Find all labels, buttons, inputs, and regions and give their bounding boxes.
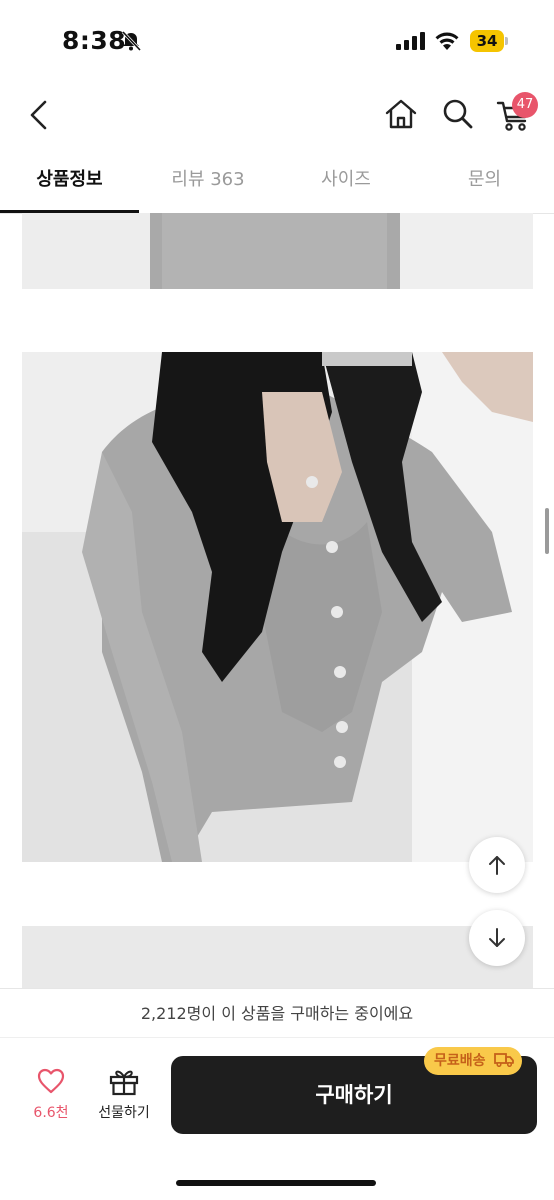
cart-count-badge: 47 <box>512 92 538 118</box>
like-count: 6.6천 <box>33 1105 69 1121</box>
free-shipping-badge: 무료배송 <box>424 1047 523 1075</box>
battery-level: 34 <box>476 32 498 50</box>
heart-icon <box>37 1068 65 1094</box>
tab-reviews[interactable]: 리뷰 363 <box>139 152 277 213</box>
signal-icon <box>396 32 425 50</box>
scroll-down-button[interactable] <box>469 910 525 966</box>
search-icon[interactable] <box>442 98 474 130</box>
tab-inquiry[interactable]: 문의 <box>415 152 554 213</box>
arrow-down-icon <box>489 928 505 947</box>
product-photo-bottom <box>22 926 533 988</box>
tab-product-info[interactable]: 상품정보 <box>0 152 139 213</box>
purchase-activity-notice: 2,212명이 이 상품을 구매하는 중이에요 <box>0 988 554 1038</box>
home-indicator <box>176 1180 376 1186</box>
arrow-up-icon <box>489 856 505 875</box>
scroll-indicator[interactable] <box>545 508 549 554</box>
app-header <box>0 80 554 152</box>
status-time: 8:38 <box>62 26 127 55</box>
gift-label: 선물하기 <box>98 1105 150 1121</box>
tab-size[interactable]: 사이즈 <box>277 152 415 213</box>
scroll-up-button[interactable] <box>469 837 525 893</box>
product-tabs: 상품정보 리뷰 363 사이즈 문의 <box>0 152 554 214</box>
bell-slash-icon <box>121 30 142 52</box>
back-icon[interactable] <box>24 98 54 132</box>
battery-indicator: 34 <box>470 30 508 52</box>
truck-icon <box>494 1052 515 1067</box>
status-bar: 8:38 34 <box>0 0 554 80</box>
free-shipping-label: 무료배송 <box>434 1053 486 1069</box>
gift-button[interactable]: 선물하기 <box>88 1068 160 1132</box>
wifi-icon <box>435 32 459 50</box>
product-photo-model <box>22 352 533 862</box>
home-icon[interactable] <box>384 98 418 130</box>
product-photo-top <box>22 213 533 289</box>
like-button[interactable]: 6.6천 <box>22 1068 80 1132</box>
gift-icon <box>109 1070 139 1096</box>
